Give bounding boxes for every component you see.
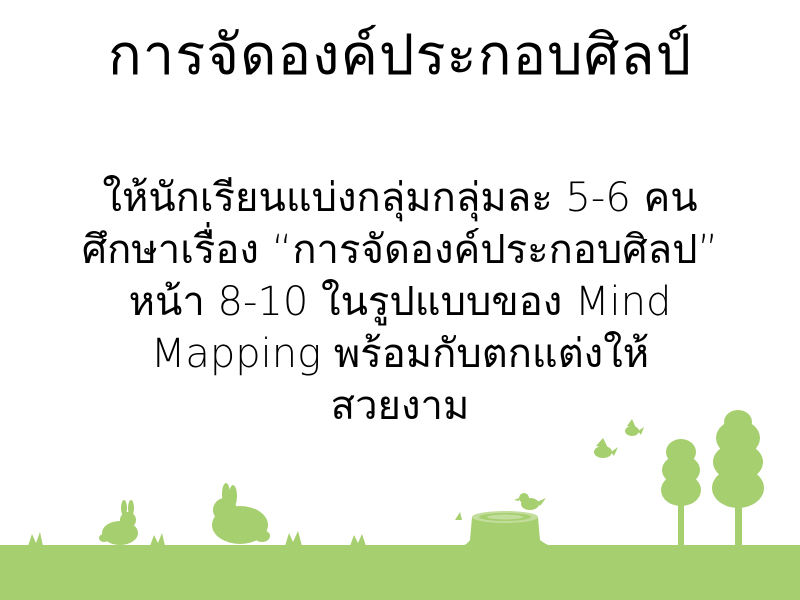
body-line-1: ให้นักเรียนแบ่งกลุ่มกลุ่มละ 5-6 คน bbox=[102, 175, 698, 221]
grass-strip bbox=[0, 545, 800, 600]
small-rabbit-silhouette bbox=[99, 500, 138, 545]
body-line-4: Mapping พร้อมกับตกแต่งให้ bbox=[150, 331, 650, 377]
bird-on-stump bbox=[514, 493, 546, 510]
body-line-5: สวยงาม bbox=[330, 383, 470, 429]
body-line-3: หน้า 8-10 ในรูปแบบของ Mind bbox=[128, 279, 672, 325]
slide-body: ให้นักเรียนแบ่งกลุ่มกลุ่มละ 5-6 คน ศึกษา… bbox=[40, 172, 760, 432]
slide: การจัดองค์ประกอบศิลป์ ให้นักเรียนแบ่งกลุ… bbox=[0, 0, 800, 600]
tree-stump-silhouette bbox=[460, 511, 552, 546]
large-rabbit-silhouette bbox=[212, 483, 270, 544]
body-line-2: ศึกษาเรื่อง “การจัดองค์ประกอบศิลป” bbox=[81, 227, 719, 273]
grass-tufts bbox=[28, 512, 462, 546]
small-tree-silhouette bbox=[661, 439, 701, 546]
slide-title: การจัดองค์ประกอบศิลป์ bbox=[107, 23, 693, 88]
flying-bird-1 bbox=[594, 438, 618, 458]
